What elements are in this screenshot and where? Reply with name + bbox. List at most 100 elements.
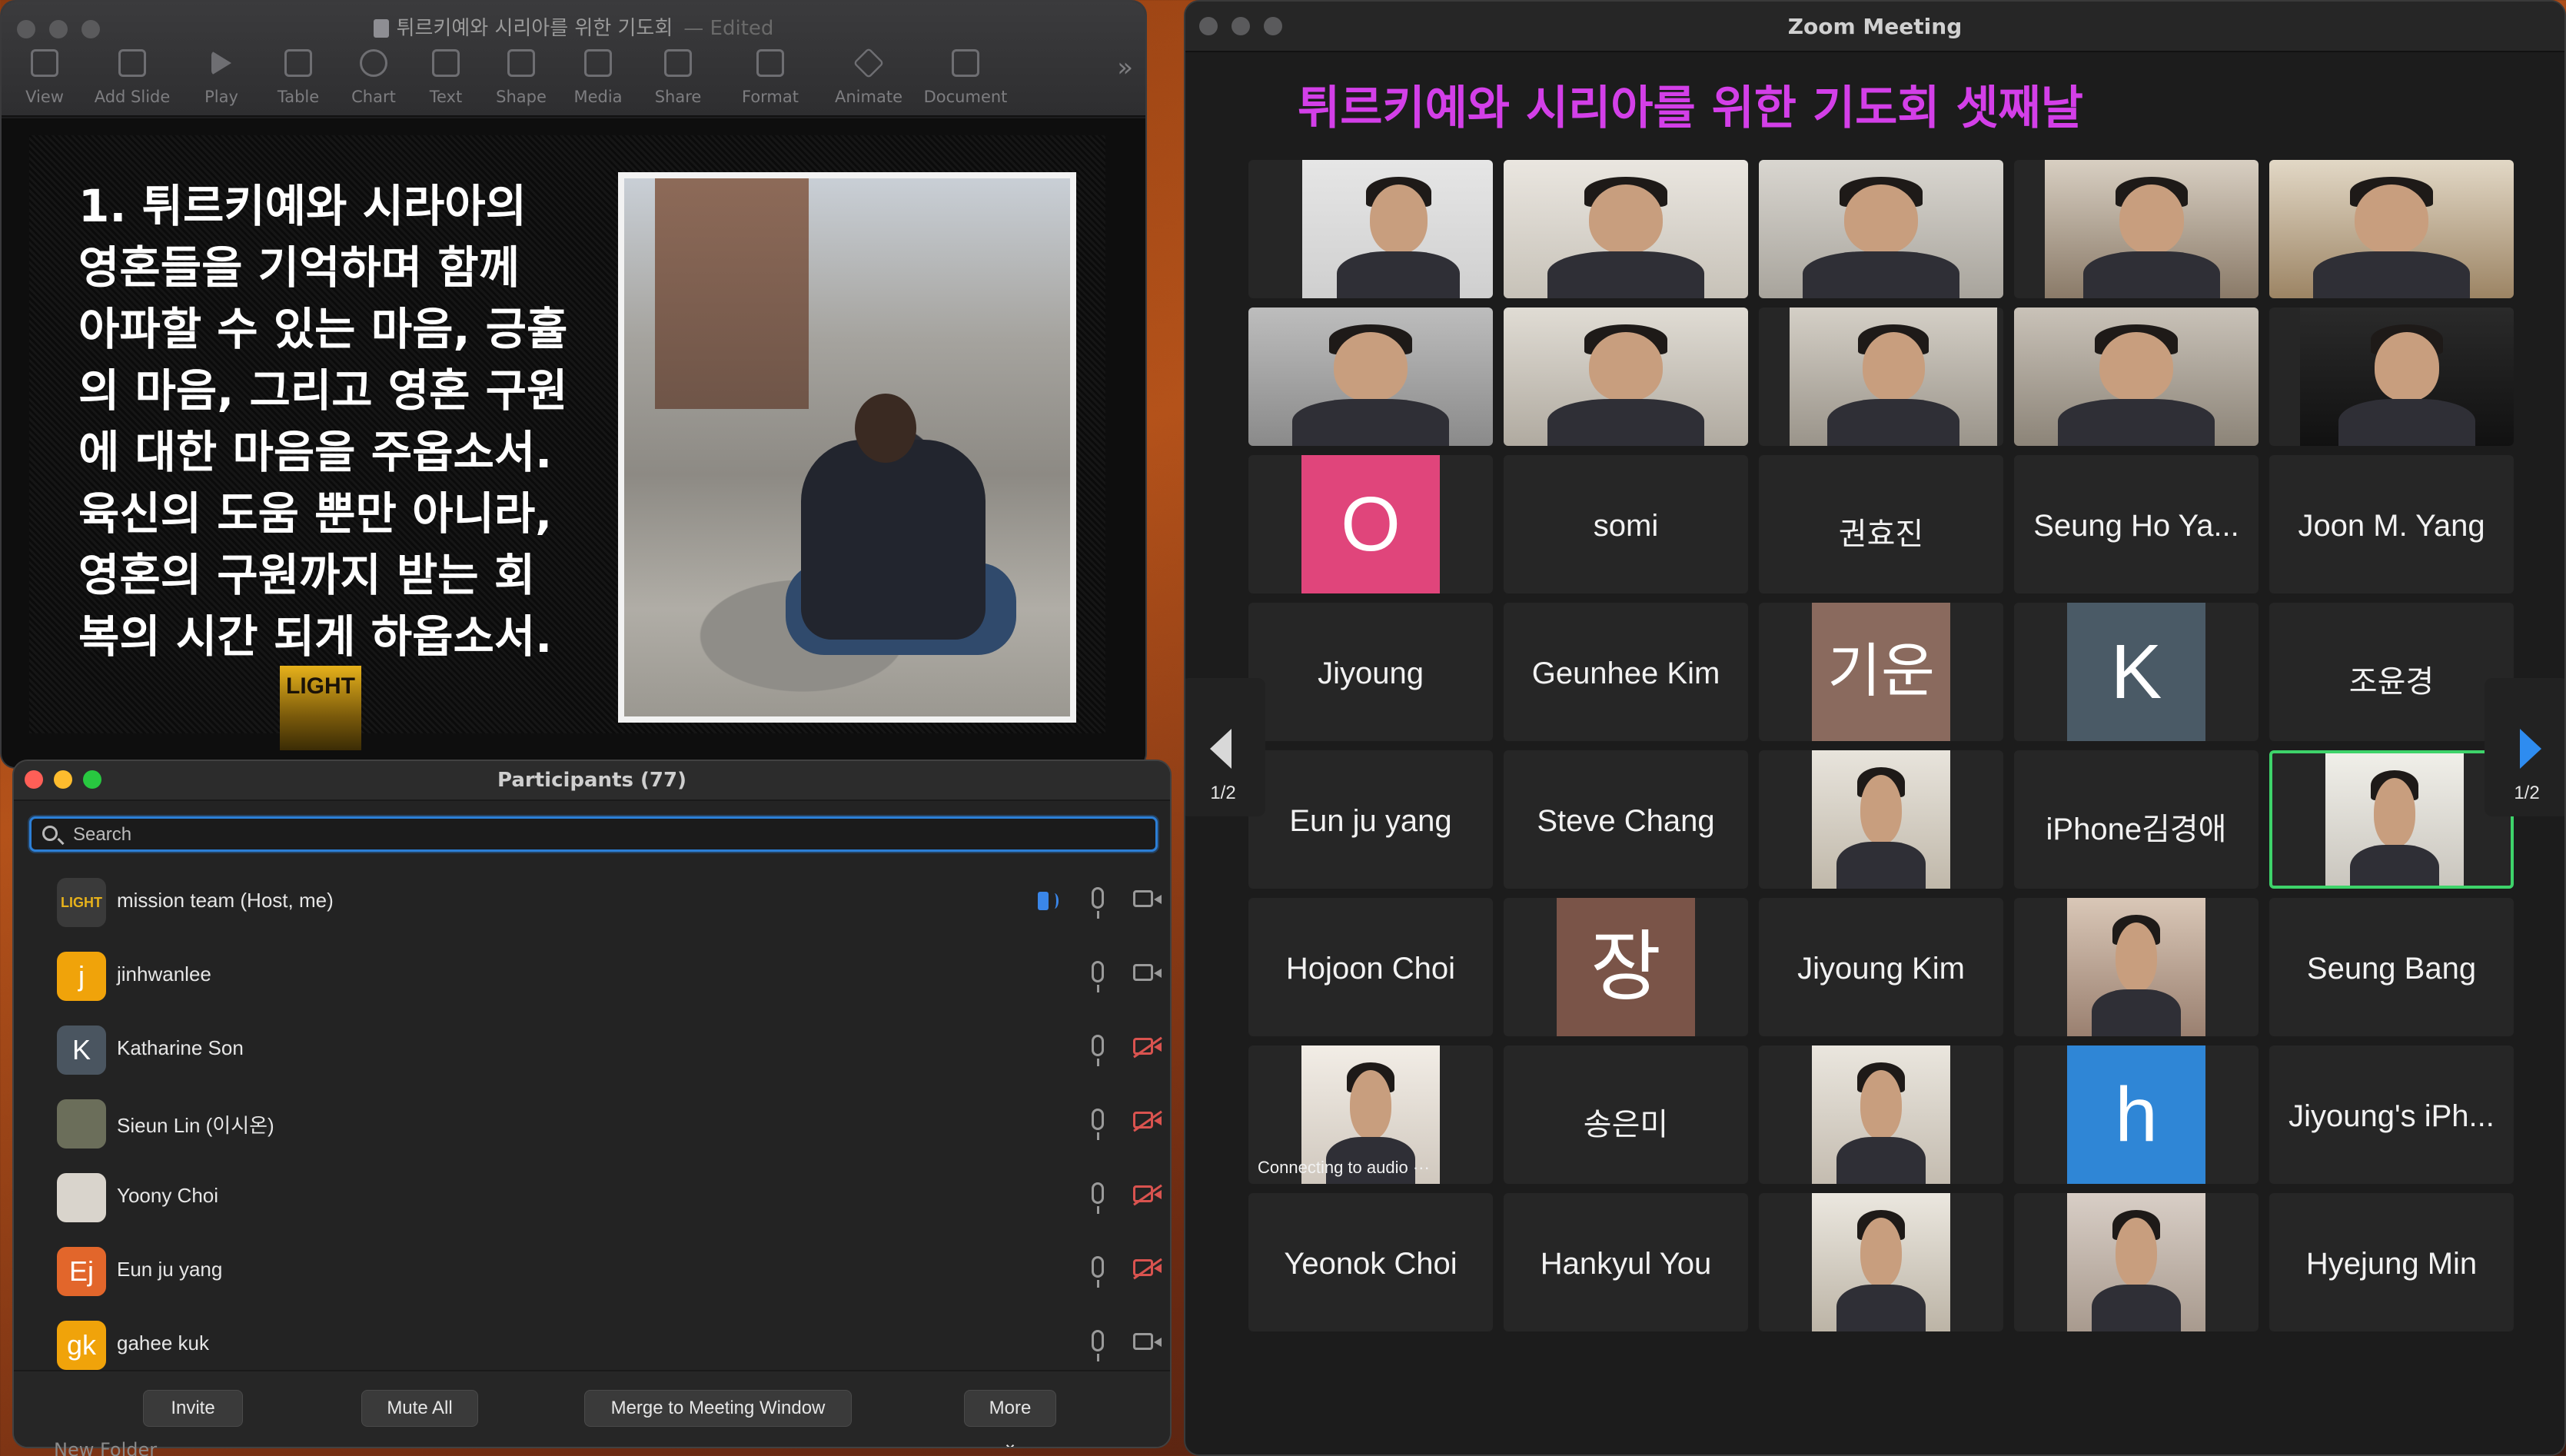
mute-all-button[interactable]: Mute All: [361, 1390, 478, 1427]
microphone-icon[interactable]: [1092, 1035, 1104, 1066]
slide-canvas: 1. 튀르키예와 시라아의 영혼들을 기억하며 함께 아파할 수 있는 마음, 긍휼…: [2, 118, 1145, 767]
participant-tile[interactable]: Seung Ho Ya...: [2014, 455, 2259, 593]
participant-tile[interactable]: 권효진: [1759, 455, 2003, 593]
video-off-icon[interactable]: [1133, 1185, 1162, 1202]
participant-tile[interactable]: Steve Chang: [1504, 750, 1748, 889]
participant-tile[interactable]: Geunhee Kim: [1504, 603, 1748, 741]
participant-tile[interactable]: [1759, 1045, 2003, 1184]
toolbar-animate-button[interactable]: Animate: [830, 47, 907, 106]
participant-tile[interactable]: [2014, 307, 2259, 446]
microphone-icon[interactable]: [1092, 1182, 1104, 1214]
toolbar-play-button[interactable]: Play: [183, 49, 260, 106]
search-input[interactable]: [73, 822, 1134, 848]
video-camera-icon[interactable]: [1133, 964, 1162, 981]
participant-tile[interactable]: [2269, 307, 2514, 446]
microphone-icon[interactable]: [1092, 1109, 1104, 1140]
participant-row[interactable]: Sieun Lin (이시온): [14, 1087, 1170, 1161]
desktop-folder-label[interactable]: New Folder: [54, 1439, 157, 1456]
participant-tile[interactable]: h: [2014, 1045, 2259, 1184]
microphone-icon[interactable]: [1092, 1256, 1104, 1288]
participant-row[interactable]: K Katharine Son: [14, 1013, 1170, 1087]
microphone-icon[interactable]: [1092, 1330, 1104, 1361]
keynote-window: 튀르키예와 시리아를 위한 기도회 — Edited View Add Slide P…: [0, 0, 1147, 769]
participant-tile[interactable]: 조윤경: [2269, 603, 2514, 741]
merge-to-meeting-button[interactable]: Merge to Meeting Window: [584, 1390, 852, 1427]
toolbar-document-button[interactable]: Document: [924, 49, 1007, 106]
video-face: [2119, 184, 2184, 254]
participant-tile[interactable]: 송은미: [1504, 1045, 1748, 1184]
participant-tile[interactable]: Jiyoung: [1248, 603, 1493, 741]
participant-row[interactable]: Ej Eun ju yang: [14, 1235, 1170, 1308]
slide[interactable]: 1. 튀르키예와 시라아의 영혼들을 기억하며 함께 아파할 수 있는 마음, 긍휼…: [29, 135, 1105, 750]
participant-tile[interactable]: Jiyoung's iPh...: [2269, 1045, 2514, 1184]
earthquake-photo: [618, 172, 1076, 723]
video-camera-icon[interactable]: [1133, 1333, 1162, 1350]
toolbar-view-button[interactable]: View: [6, 49, 83, 106]
participant-tile[interactable]: iPhone김경애: [2014, 750, 2259, 889]
participant-tile[interactable]: 장: [1504, 898, 1748, 1036]
participant-tile[interactable]: [2269, 160, 2514, 298]
toolbar-format-button[interactable]: Format: [732, 49, 809, 106]
participant-tile[interactable]: 기운: [1759, 603, 2003, 741]
invite-button[interactable]: Invite: [143, 1390, 243, 1427]
participant-row[interactable]: Yoony Choi: [14, 1161, 1170, 1235]
video-torso: [2092, 989, 2181, 1036]
more-button[interactable]: More ⌄: [964, 1390, 1056, 1447]
toolbar-shape-button[interactable]: Shape: [483, 49, 560, 106]
participant-tile[interactable]: O: [1248, 455, 1493, 593]
slide-text-line: 복의 시간 되게 하옵소서.: [78, 610, 553, 663]
toolbar-add-slide-button[interactable]: Add Slide: [94, 49, 171, 106]
tile-participant-name: Seung Bang: [2306, 952, 2477, 986]
participant-row[interactable]: j jinhwanlee: [14, 939, 1170, 1013]
microphone-icon[interactable]: [1092, 961, 1104, 992]
toolbar-overflow-icon[interactable]: »: [1117, 52, 1133, 83]
participant-row[interactable]: LIGHT mission team (Host, me): [14, 866, 1170, 939]
video-off-icon[interactable]: [1133, 1112, 1162, 1129]
participants-search[interactable]: [29, 816, 1158, 852]
toolbar-label: Chart: [351, 88, 396, 106]
tile-participant-name: Hankyul You: [1540, 1247, 1712, 1281]
chart-icon: [360, 49, 387, 77]
edited-label: — Edited: [683, 17, 774, 40]
participant-tile[interactable]: [1248, 160, 1493, 298]
participant-tile[interactable]: K: [2014, 603, 2259, 741]
connecting-status: Connecting to audio ···: [1258, 1158, 1430, 1177]
toolbar-media-button[interactable]: Media: [560, 49, 637, 106]
participant-tile[interactable]: somi: [1504, 455, 1748, 593]
toolbar-chart-button[interactable]: Chart: [335, 49, 412, 106]
toolbar-share-button[interactable]: Share: [640, 49, 716, 106]
participant-tile[interactable]: [2014, 160, 2259, 298]
participant-video: [1302, 160, 1493, 298]
video-torso: [1836, 841, 1926, 889]
participant-tile[interactable]: [1759, 1193, 2003, 1331]
participant-tile[interactable]: Yeonok Choi: [1248, 1193, 1493, 1331]
participant-tile[interactable]: [1759, 160, 2003, 298]
microphone-icon[interactable]: [1092, 887, 1104, 919]
prev-page-button[interactable]: 1/2: [1185, 678, 1265, 816]
participant-tile[interactable]: [1759, 750, 2003, 889]
video-off-icon[interactable]: [1133, 1038, 1162, 1055]
next-page-button[interactable]: 1/2: [2485, 678, 2564, 816]
participant-tile[interactable]: [1504, 160, 1748, 298]
participant-tile[interactable]: [1504, 307, 1748, 446]
participant-tile[interactable]: Jiyoung Kim: [1759, 898, 2003, 1036]
participant-tile[interactable]: [1248, 307, 1493, 446]
participant-tile[interactable]: Hojoon Choi: [1248, 898, 1493, 1036]
video-camera-icon[interactable]: [1133, 890, 1162, 907]
participant-tile[interactable]: Eun ju yang: [1248, 750, 1493, 889]
participant-name: Sieun Lin (이시온): [117, 1114, 274, 1137]
toolbar-text-button[interactable]: Text: [407, 49, 484, 106]
shape-icon: [507, 49, 535, 77]
participant-tile[interactable]: Joon M. Yang: [2269, 455, 2514, 593]
participant-tile[interactable]: [2014, 1193, 2259, 1331]
chevron-right-icon: [2520, 729, 2541, 769]
participant-tile[interactable]: [1759, 307, 2003, 446]
participant-tile[interactable]: Connecting to audio ···: [1248, 1045, 1493, 1184]
participant-tile[interactable]: [2014, 898, 2259, 1036]
participant-tile[interactable]: [2269, 750, 2514, 889]
participant-tile[interactable]: Hankyul You: [1504, 1193, 1748, 1331]
participant-tile[interactable]: Hyejung Min: [2269, 1193, 2514, 1331]
participant-tile[interactable]: Seung Bang: [2269, 898, 2514, 1036]
video-off-icon[interactable]: [1133, 1259, 1162, 1276]
toolbar-table-button[interactable]: Table: [260, 49, 337, 106]
